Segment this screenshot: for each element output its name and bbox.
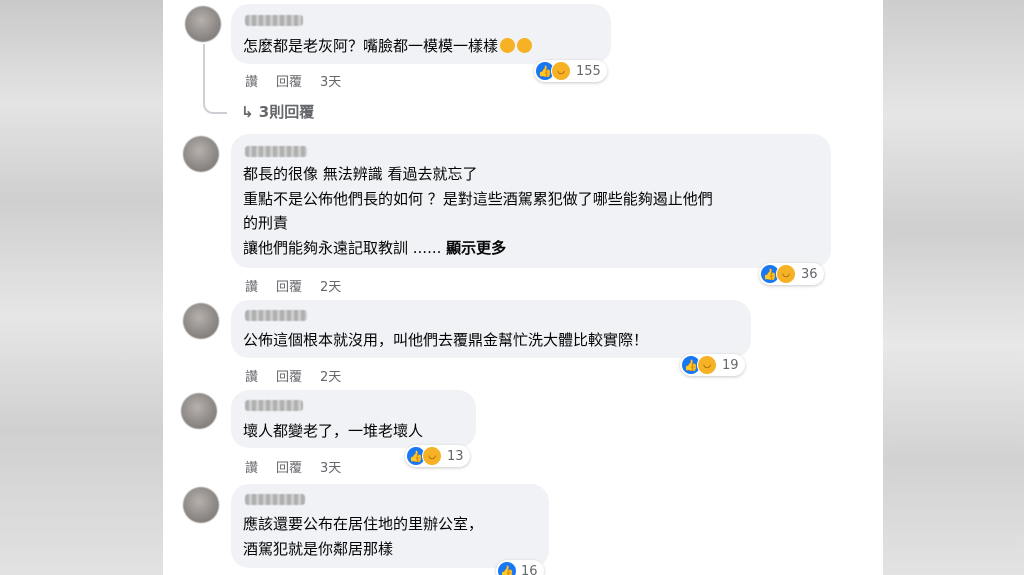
comment-text-line: 都長的很像 無法辨識 看過去就忘了: [243, 165, 478, 183]
comment-bubble: 都長的很像 無法辨識 看過去就忘了 重點不是公佈他們長的如何 ？是對這些酒駕累犯…: [231, 134, 831, 268]
reaction-count: 155: [576, 63, 601, 79]
comment-text-line: 應該還要公布在居住地的里辦公室，: [243, 515, 484, 533]
comment-timestamp[interactable]: 3天: [320, 75, 341, 90]
laughing-face-icon: ◡: [422, 446, 442, 466]
comment-actions: 讚 回覆 2天: [245, 366, 359, 385]
commenter-avatar[interactable]: [183, 136, 219, 172]
view-replies-link[interactable]: ↳ 3則回覆: [241, 101, 314, 122]
reply-arrow-icon: ↳: [241, 103, 259, 121]
laughing-face-icon: ◡: [697, 355, 717, 375]
commenter-name-blurred[interactable]: [245, 15, 303, 26]
commenter-name-blurred[interactable]: [245, 400, 303, 411]
comment-bubble: 應該還要公布在居住地的里辦公室， 酒駕犯就是你鄰居那樣: [231, 484, 549, 568]
reaction-count: 16: [521, 563, 538, 575]
reaction-count: 36: [801, 266, 818, 282]
like-button[interactable]: 讚: [245, 461, 258, 476]
comment-timestamp[interactable]: 3天: [320, 461, 341, 476]
laughing-face-icon: ◡: [551, 61, 571, 81]
reaction-count: 13: [447, 448, 464, 464]
reply-button[interactable]: 回覆: [276, 370, 302, 385]
comment-text: 壞人都變老了，一堆老壞人: [243, 422, 424, 440]
comment-actions: 讚 回覆 3天: [245, 457, 359, 476]
reaction-summary[interactable]: 👍 16: [496, 560, 544, 575]
like-button[interactable]: 讚: [245, 75, 258, 90]
commenter-avatar[interactable]: [181, 393, 217, 429]
reaction-summary[interactable]: 👍 ◡ 13: [405, 445, 470, 467]
comment-text: 公佈這個根本就沒用，叫他們去覆鼎金幫忙洗大體比較實際！: [243, 331, 649, 349]
reaction-summary[interactable]: 👍 ◡ 155: [534, 60, 607, 82]
sad-face-emoji-icon: [500, 38, 516, 53]
reaction-summary[interactable]: 👍 ◡ 36: [759, 263, 824, 285]
comment-bubble: 怎麼都是老灰阿？嘴臉都一模模一樣樣: [231, 4, 611, 64]
thumbs-up-icon: 👍: [498, 562, 516, 575]
comment-actions: 讚 回覆 2天: [245, 276, 359, 295]
comment-timestamp[interactable]: 2天: [320, 280, 341, 295]
reaction-count: 19: [722, 357, 739, 373]
comment-actions: 讚 回覆 3天: [245, 71, 359, 90]
reply-button[interactable]: 回覆: [276, 461, 302, 476]
commenter-avatar[interactable]: [185, 6, 221, 42]
commenter-avatar[interactable]: [183, 303, 219, 339]
thread-connector-line: [203, 44, 227, 114]
commenter-name-blurred[interactable]: [245, 146, 307, 157]
comment-bubble: 公佈這個根本就沒用，叫他們去覆鼎金幫忙洗大體比較實際！: [231, 300, 751, 358]
comment-bubble: 壞人都變老了，一堆老壞人: [231, 390, 476, 448]
comment-text-line: 讓他們能夠永遠記取教訓 ...... 顯示更多: [243, 239, 507, 257]
crying-face-emoji-icon: [517, 38, 533, 53]
comments-panel: 怎麼都是老灰阿？嘴臉都一模模一樣樣 👍 ◡ 155 讚回覆 3天 ↳ 3則回覆 都…: [163, 0, 883, 575]
blurred-background-right: [883, 0, 1024, 575]
reaction-summary[interactable]: 👍 ◡ 19: [680, 354, 745, 376]
like-button[interactable]: 讚: [245, 280, 258, 295]
comment-text-line: 酒駕犯就是你鄰居那樣: [243, 540, 394, 558]
comment-timestamp[interactable]: 2天: [320, 370, 341, 385]
comment-text-line: 重點不是公佈他們長的如何 ？是對這些酒駕累犯做了哪些能夠遏止他們: [243, 190, 713, 208]
see-more-link[interactable]: 顯示更多: [446, 239, 506, 257]
like-button[interactable]: 讚: [245, 370, 258, 385]
commenter-name-blurred[interactable]: [245, 310, 307, 321]
laughing-face-icon: ◡: [776, 264, 796, 284]
blurred-background-left: [0, 0, 163, 575]
commenter-avatar[interactable]: [183, 487, 219, 523]
comment-text: 怎麼都是老灰阿？嘴臉都一模模一樣樣: [243, 35, 533, 57]
commenter-name-blurred[interactable]: [245, 494, 305, 505]
reply-button[interactable]: 回覆: [276, 280, 302, 295]
reply-button[interactable]: 回覆: [276, 75, 302, 90]
comment-text-line: 的刑責: [243, 214, 289, 232]
